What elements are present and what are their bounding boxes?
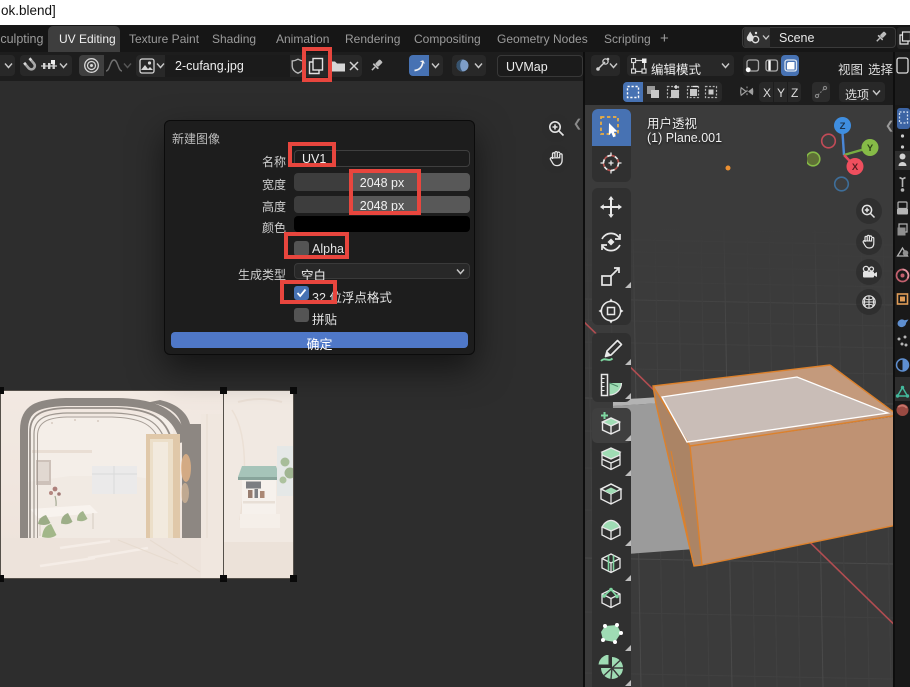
svg-text:Z: Z — [840, 121, 846, 132]
svg-text:X: X — [852, 162, 859, 173]
svg-text:Y: Y — [867, 143, 874, 154]
